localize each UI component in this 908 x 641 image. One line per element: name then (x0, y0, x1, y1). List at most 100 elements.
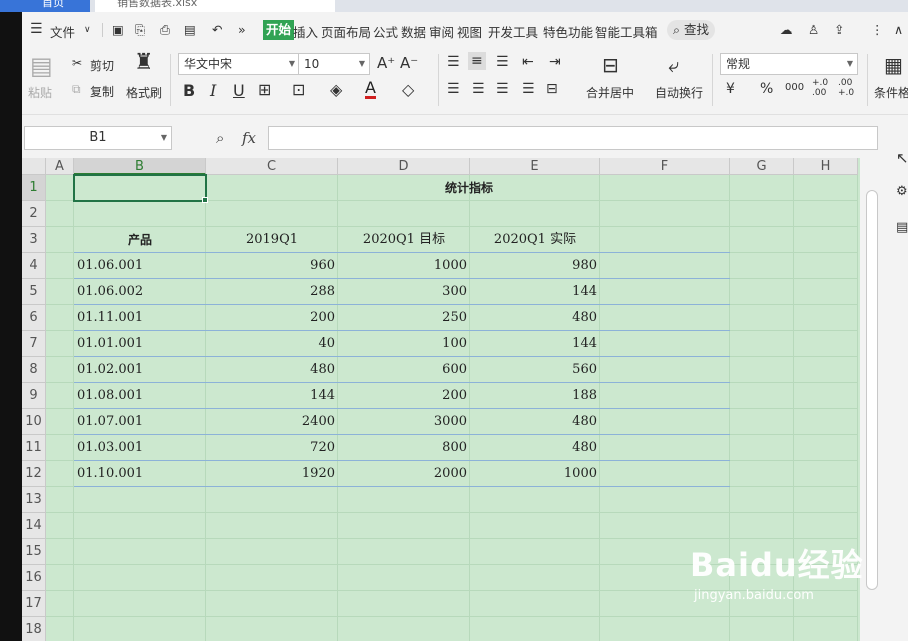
cut-button[interactable]: 剪切 (90, 57, 114, 74)
conditional-format-icon[interactable]: ▦ (884, 53, 903, 77)
align-right-icon[interactable]: ☰ (496, 81, 509, 97)
number-format-select[interactable]: 常规 ▼ (720, 53, 858, 75)
menu-home[interactable]: 开始 (263, 20, 295, 40)
product-cell[interactable]: 01.06.001 (77, 253, 206, 279)
font-color-button[interactable]: A (365, 80, 376, 99)
value-cell[interactable]: 960 (206, 253, 338, 279)
properties-icon[interactable]: ▤ (896, 220, 908, 235)
value-cell[interactable]: 2400 (206, 409, 338, 435)
column-header-b[interactable]: B (74, 158, 206, 175)
paste-label[interactable]: 粘贴 (28, 84, 52, 101)
row-header[interactable]: 10 (22, 409, 46, 435)
fx-icon[interactable]: fx (242, 129, 256, 147)
copy-button[interactable]: 复制 (90, 83, 114, 100)
product-cell[interactable]: 01.11.001 (77, 305, 206, 331)
value-cell[interactable]: 800 (338, 435, 470, 461)
row-header[interactable]: 5 (22, 279, 46, 305)
value-cell[interactable]: 1920 (206, 461, 338, 487)
value-cell[interactable]: 980 (470, 253, 600, 279)
menu-smart-toolbox[interactable]: 智能工具箱 (595, 22, 658, 41)
zoom-icon[interactable]: ⌕ (216, 129, 224, 147)
format-painter-button[interactable]: 格式刷 (126, 84, 162, 101)
font-size-select[interactable]: 10 ▼ (298, 53, 370, 75)
align-top-icon[interactable]: ☰ (447, 54, 460, 70)
distributed-icon[interactable]: ⊟ (546, 81, 558, 97)
more-options-icon[interactable]: ⋮ (871, 22, 884, 37)
value-cell[interactable]: 1000 (338, 253, 470, 279)
align-center-icon[interactable]: ☰ (472, 81, 485, 97)
menu-file[interactable]: 文件 (50, 22, 75, 41)
value-cell[interactable]: 300 (338, 279, 470, 305)
menu-developer[interactable]: 开发工具 (488, 22, 538, 41)
print-icon[interactable]: ⎙ (160, 22, 170, 38)
fill-color-icon[interactable]: ◈ (330, 80, 342, 99)
more-icon[interactable]: » (238, 22, 246, 37)
align-middle-icon[interactable]: ≡ (468, 52, 486, 70)
value-cell[interactable]: 560 (470, 357, 600, 383)
wrap-text-button[interactable]: 自动换行 (655, 84, 703, 101)
export-icon[interactable]: ⎘ (135, 22, 145, 38)
value-cell[interactable]: 600 (338, 357, 470, 383)
value-cell[interactable]: 200 (338, 383, 470, 409)
conditional-format-button[interactable]: 条件格 (874, 84, 908, 101)
grow-font-button[interactable]: A⁺ (377, 54, 395, 72)
percent-button[interactable]: % (760, 81, 773, 97)
merge-center-button[interactable]: 合并居中 (586, 84, 634, 101)
share-icon[interactable]: ⇪ (834, 22, 844, 37)
menu-formulas[interactable]: 公式 (373, 22, 398, 41)
hamburger-icon[interactable]: ☰ (30, 21, 43, 37)
menu-special[interactable]: 特色功能 (543, 22, 593, 41)
value-cell[interactable]: 40 (206, 331, 338, 357)
row-header[interactable]: 9 (22, 383, 46, 409)
save-icon[interactable]: ▣ (112, 22, 124, 37)
format-painter-icon[interactable]: ♜ (134, 50, 154, 75)
value-cell[interactable]: 480 (470, 435, 600, 461)
fill-handle[interactable] (202, 197, 208, 203)
product-cell[interactable]: 01.01.001 (77, 331, 206, 357)
row-header[interactable]: 6 (22, 305, 46, 331)
menu-view[interactable]: 视图 (457, 22, 482, 41)
copy-icon[interactable]: ⧉ (72, 82, 81, 97)
column-header-f[interactable]: F (600, 158, 730, 175)
border-icon[interactable]: ⊞ (258, 80, 271, 99)
value-cell[interactable]: 188 (470, 383, 600, 409)
currency-button[interactable]: ¥ (726, 81, 735, 97)
value-cell[interactable]: 3000 (338, 409, 470, 435)
row-header[interactable]: 16 (22, 565, 46, 591)
value-cell[interactable]: 480 (206, 357, 338, 383)
collapse-icon[interactable]: ∧ (894, 22, 903, 37)
product-cell[interactable]: 01.10.001 (77, 461, 206, 487)
menu-review[interactable]: 审阅 (429, 22, 454, 41)
menu-insert[interactable]: 插入 (293, 22, 318, 41)
chevron-down-icon[interactable]: ∨ (84, 25, 91, 35)
name-box[interactable]: B1 ▼ (24, 126, 172, 150)
shrink-font-button[interactable]: A⁻ (400, 54, 418, 72)
column-header-c[interactable]: C (206, 158, 338, 175)
value-cell[interactable]: 288 (206, 279, 338, 305)
selected-cell-b1[interactable] (73, 174, 207, 202)
search-button[interactable]: ⌕ 查找 (667, 20, 716, 40)
clear-icon[interactable]: ◇ (402, 80, 414, 99)
row-header[interactable]: 13 (22, 487, 46, 513)
column-header-g[interactable]: G (730, 158, 794, 175)
thousands-button[interactable]: 000 (785, 82, 804, 93)
wrap-text-icon[interactable]: ⤶ (668, 53, 679, 77)
value-cell[interactable]: 200 (206, 305, 338, 331)
inc-decimal-button[interactable]: +.0 .00 (812, 78, 834, 98)
row-header[interactable]: 7 (22, 331, 46, 357)
paste-icon[interactable]: ▤ (30, 52, 53, 80)
value-cell[interactable]: 480 (470, 305, 600, 331)
product-cell[interactable]: 01.08.001 (77, 383, 206, 409)
cut-icon[interactable]: ✂ (72, 56, 82, 70)
font-name-select[interactable]: 华文中宋 ▼ (178, 53, 300, 75)
product-cell[interactable]: 01.02.001 (77, 357, 206, 383)
value-cell[interactable]: 720 (206, 435, 338, 461)
row-header[interactable]: 17 (22, 591, 46, 617)
indent-icon[interactable]: ⇥ (549, 54, 561, 70)
cursor-icon[interactable]: ↖ (896, 149, 908, 167)
bold-button[interactable]: B (183, 81, 195, 100)
align-left-icon[interactable]: ☰ (447, 81, 460, 97)
file-tab[interactable]: 销售数据表.xlsx (95, 0, 335, 12)
row-header[interactable]: 2 (22, 201, 46, 227)
row-header[interactable]: 1 (22, 175, 46, 201)
